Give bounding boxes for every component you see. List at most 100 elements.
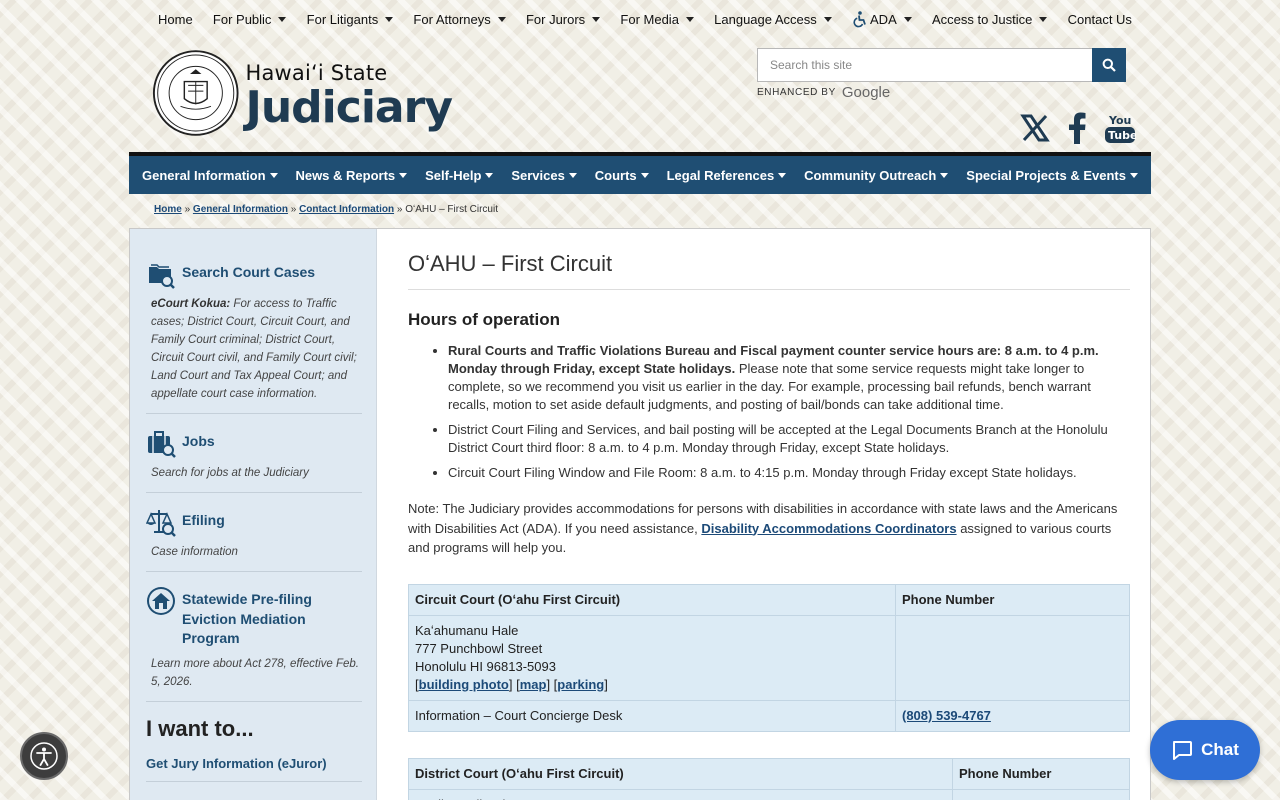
youtube-icon[interactable]: You Tube xyxy=(1104,112,1137,147)
topnav-for-public[interactable]: For Public xyxy=(213,12,287,27)
chevron-down-icon xyxy=(485,172,494,178)
chevron-down-icon xyxy=(640,172,649,178)
mainnav-services-label: Services xyxy=(511,167,565,183)
facebook-icon[interactable] xyxy=(1068,112,1086,147)
mainnav-community-outreach-label: Community Outreach xyxy=(804,167,937,183)
search-icon xyxy=(1102,58,1116,72)
breadcrumb-sep: » xyxy=(396,204,403,215)
svg-text:Tube: Tube xyxy=(1108,129,1136,142)
site-search xyxy=(757,48,1126,82)
chevron-down-icon xyxy=(778,172,787,178)
topnav-home[interactable]: Home xyxy=(158,12,193,27)
topnav-for-litigants[interactable]: For Litigants xyxy=(307,12,394,27)
topnav-contact-us[interactable]: Contact Us xyxy=(1068,12,1132,27)
chevron-down-icon xyxy=(385,16,394,22)
search-input[interactable] xyxy=(757,48,1092,82)
topnav-for-attorneys-label: For Attorneys xyxy=(413,11,491,27)
table-cell-address: Kaʻahumanu Hale 777 Punchbowl Street Hon… xyxy=(408,614,896,701)
mainnav-services[interactable]: Services xyxy=(511,168,577,183)
table-cell-address: Kauikeaouli Hale xyxy=(408,788,953,800)
breadcrumb-home[interactable]: Home xyxy=(154,204,182,215)
table-header-row: District Court (Oʻahu First Circuit) Pho… xyxy=(408,757,1130,790)
mainnav-general-information-label: General Information xyxy=(142,167,266,183)
chevron-down-icon xyxy=(823,16,832,22)
topnav-language-access-label: Language Access xyxy=(714,11,817,27)
circuit-court-table: Circuit Court (Oʻahu First Circuit) Phon… xyxy=(408,583,1130,732)
table-cell-phone: (808) 539-4767 xyxy=(895,699,1130,732)
logo-name: Judiciary xyxy=(245,81,453,133)
mainnav-news-reports-label: News & Reports xyxy=(295,167,396,183)
mainnav-general-information[interactable]: General Information xyxy=(142,168,278,183)
search-button[interactable] xyxy=(1092,48,1126,82)
list-item: District Court Filing and Services, and … xyxy=(448,421,1130,457)
chevron-down-icon xyxy=(269,172,278,178)
topnav-for-litigants-label: For Litigants xyxy=(306,11,379,27)
mainnav-news-reports[interactable]: News & Reports xyxy=(295,167,408,183)
sidebar-desc: Search for jobs at the Judiciary xyxy=(151,467,309,479)
logo-state: Hawaiʻi State xyxy=(245,60,388,85)
topnav-ada[interactable]: ADA xyxy=(852,10,912,28)
content-frame: Search Court Cases eCourt Kokua: For acc… xyxy=(129,228,1151,800)
breadcrumb-general-information[interactable]: General Information xyxy=(193,204,288,215)
address-name: Kaʻahumanu Hale xyxy=(415,622,519,638)
building-photo-link[interactable]: building photo xyxy=(419,677,509,692)
breadcrumb-sep: » xyxy=(184,204,191,215)
judiciary-seal-icon xyxy=(152,50,239,136)
chevron-down-icon xyxy=(940,172,949,178)
topnav-for-attorneys[interactable]: For Attorneys xyxy=(413,11,506,27)
site-logo[interactable]: Hawaiʻi State Judiciary xyxy=(152,46,453,140)
topnav-for-media[interactable]: For Media xyxy=(620,12,694,27)
mainnav-courts[interactable]: Courts xyxy=(595,168,649,183)
topnav-ada-label: ADA xyxy=(870,11,897,27)
sidebar-item-jobs: Jobs Search for jobs at the Judiciary xyxy=(146,414,362,493)
mainnav-legal-references[interactable]: Legal References xyxy=(667,168,787,183)
table-header-phone: Phone Number xyxy=(895,583,1130,616)
topnav-for-jurors[interactable]: For Jurors xyxy=(526,12,601,27)
accessibility-button[interactable] xyxy=(20,732,68,780)
phone-link[interactable]: (808) 539-4767 xyxy=(902,708,991,723)
map-link[interactable]: map xyxy=(520,677,547,692)
district-court-table: District Court (Oʻahu First Circuit) Pho… xyxy=(408,757,1130,800)
chevron-down-icon xyxy=(685,16,694,22)
chevron-down-icon xyxy=(497,16,506,22)
scales-search-icon xyxy=(146,510,176,537)
ecourt-kokua-label: eCourt Kokua: xyxy=(151,298,231,310)
briefcase-search-icon xyxy=(148,431,176,458)
utility-nav: Home For Public For Litigants For Attorn… xyxy=(150,0,1140,38)
mainnav-self-help-label: Self-Help xyxy=(425,167,482,183)
i-want-to-heading: I want to... xyxy=(146,715,254,741)
address-city: Honolulu HI 96813-5093 xyxy=(415,658,556,674)
breadcrumb-contact-information[interactable]: Contact Information xyxy=(299,204,394,215)
logo-text: Hawaiʻi State Judiciary xyxy=(245,57,453,133)
table-row: Kauikeaouli Hale xyxy=(408,788,1130,800)
mainnav-courts-label: Courts xyxy=(594,167,637,183)
i-want-link-jury-information[interactable]: Get Jury Information (eJuror) xyxy=(146,756,362,782)
table-header-court: District Court (Oʻahu First Circuit) xyxy=(408,757,953,790)
svg-text:You: You xyxy=(1108,114,1131,127)
sidebar-item-eviction-mediation: Statewide Pre-filing Eviction Mediation … xyxy=(146,572,362,702)
sidebar-link-search-court-cases[interactable]: Search Court Cases xyxy=(182,259,315,283)
sidebar-link-jobs[interactable]: Jobs xyxy=(182,428,215,452)
sidebar-link-eviction-mediation[interactable]: Statewide Pre-filing Eviction Mediation … xyxy=(182,586,362,649)
topnav-access-to-justice[interactable]: Access to Justice xyxy=(932,12,1048,27)
disability-coordinators-link[interactable]: Disability Accommodations Coordinators xyxy=(701,521,956,536)
x-twitter-icon[interactable] xyxy=(1020,114,1050,145)
breadcrumb-sep: » xyxy=(290,204,297,215)
sidebar-link-efiling[interactable]: Efiling xyxy=(182,507,225,531)
wheelchair-icon xyxy=(853,10,866,27)
house-icon xyxy=(147,587,175,615)
mainnav-legal-references-label: Legal References xyxy=(666,167,775,183)
table-header-phone: Phone Number xyxy=(952,757,1130,790)
topnav-language-access[interactable]: Language Access xyxy=(714,12,832,27)
mainnav-self-help[interactable]: Self-Help xyxy=(425,167,494,183)
parking-link[interactable]: parking xyxy=(557,677,604,692)
page-title: OʻAHU – First Circuit xyxy=(408,229,1130,290)
sidebar: Search Court Cases eCourt Kokua: For acc… xyxy=(130,229,377,800)
main-content: OʻAHU – First Circuit Hours of operation… xyxy=(408,229,1130,800)
topnav-contact-us-label: Contact Us xyxy=(1067,11,1132,27)
chat-button[interactable]: Chat xyxy=(1150,720,1260,780)
mainnav-special-projects[interactable]: Special Projects & Events xyxy=(966,168,1138,183)
google-wordmark: Google xyxy=(841,84,891,101)
topnav-for-public-label: For Public xyxy=(212,11,272,27)
mainnav-community-outreach[interactable]: Community Outreach xyxy=(804,167,949,183)
